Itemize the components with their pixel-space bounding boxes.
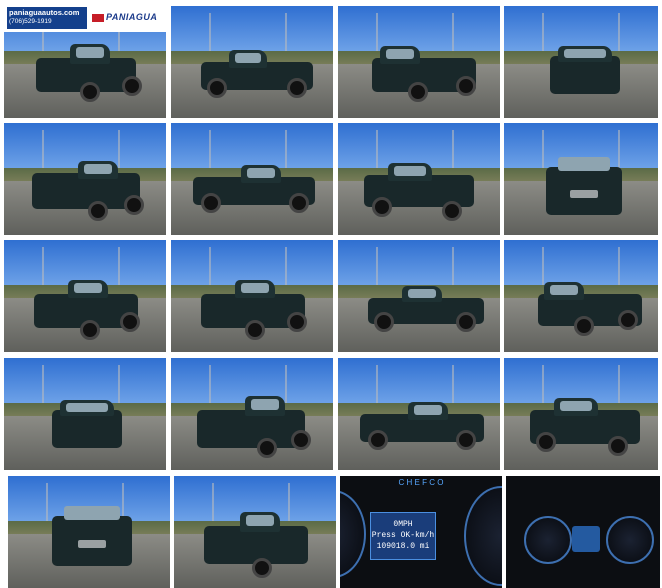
photo-thumbnail-6[interactable]	[171, 123, 333, 235]
flag-icon	[92, 13, 104, 22]
photo-thumbnail-12[interactable]	[504, 240, 658, 352]
wheel	[289, 193, 309, 213]
wheel	[374, 312, 394, 332]
wheel	[252, 558, 272, 578]
speedometer-gauge	[340, 490, 366, 578]
dashboard-top-text: C H E F C O	[398, 478, 444, 487]
photo-thumbnail-4[interactable]	[504, 6, 658, 118]
photo-thumbnail-11[interactable]	[338, 240, 500, 352]
photo-thumbnail-17[interactable]	[8, 476, 170, 588]
tachometer-gauge	[606, 516, 654, 564]
watermark-logo: paniaguaautos.com (706)529-1919 PANIAGUA	[4, 6, 166, 32]
photo-thumbnail-16[interactable]	[504, 358, 658, 470]
wheel	[80, 320, 100, 340]
wheel	[201, 193, 221, 213]
photo-thumbnail-14[interactable]	[171, 358, 333, 470]
wheel	[608, 436, 628, 456]
wheel	[408, 82, 428, 102]
speed-readout: 0MPH	[393, 520, 413, 529]
wheel	[257, 438, 277, 458]
dashboard-display: 0MPH Press OK-km/h 109018.0 mi	[370, 512, 436, 560]
photo-thumbnail-5[interactable]	[4, 123, 166, 235]
photo-thumbnail-19[interactable]: C H E F C O 0MPH Press OK-km/h 109018.0 …	[340, 476, 502, 588]
photo-thumbnail-10[interactable]	[171, 240, 333, 352]
photo-thumbnail-15[interactable]	[338, 358, 500, 470]
wheel	[574, 316, 594, 336]
wheel	[456, 312, 476, 332]
wheel	[287, 312, 307, 332]
photo-thumbnail-13[interactable]	[4, 358, 166, 470]
tachometer-gauge	[464, 486, 502, 586]
dashboard-message: Press OK-km/h	[371, 531, 435, 540]
truck	[546, 167, 622, 215]
wheel	[291, 430, 311, 450]
wheel	[122, 76, 142, 96]
photo-thumbnail-8[interactable]	[504, 123, 658, 235]
wheel	[618, 310, 638, 330]
photo-thumbnail-3[interactable]	[338, 6, 500, 118]
wheel	[245, 320, 265, 340]
speedometer-gauge	[524, 516, 572, 564]
site-label: paniaguaautos.com (706)529-1919	[7, 7, 87, 29]
wheel	[456, 430, 476, 450]
wheel	[456, 76, 476, 96]
wheel	[372, 197, 392, 217]
odometer-readout: 109018.0 mi	[376, 542, 430, 551]
photo-thumbnail-20[interactable]	[506, 476, 660, 588]
wheel	[80, 82, 100, 102]
brand-label: PANIAGUA	[92, 12, 157, 22]
photo-thumbnail-1[interactable]: paniaguaautos.com (706)529-1919 PANIAGUA	[4, 6, 166, 118]
truck	[52, 516, 132, 566]
wheel	[442, 201, 462, 221]
wheel	[207, 78, 227, 98]
photo-thumbnail-2[interactable]	[171, 6, 333, 118]
wheel	[124, 195, 144, 215]
wheel	[368, 430, 388, 450]
photo-thumbnail-9[interactable]	[4, 240, 166, 352]
photo-thumbnail-7[interactable]	[338, 123, 500, 235]
wheel	[287, 78, 307, 98]
info-screen	[572, 526, 600, 552]
phone-label: (706)529-1919	[9, 18, 52, 25]
photo-thumbnail-18[interactable]	[174, 476, 336, 588]
wheel	[536, 432, 556, 452]
wheel	[88, 201, 108, 221]
wheel	[120, 312, 140, 332]
